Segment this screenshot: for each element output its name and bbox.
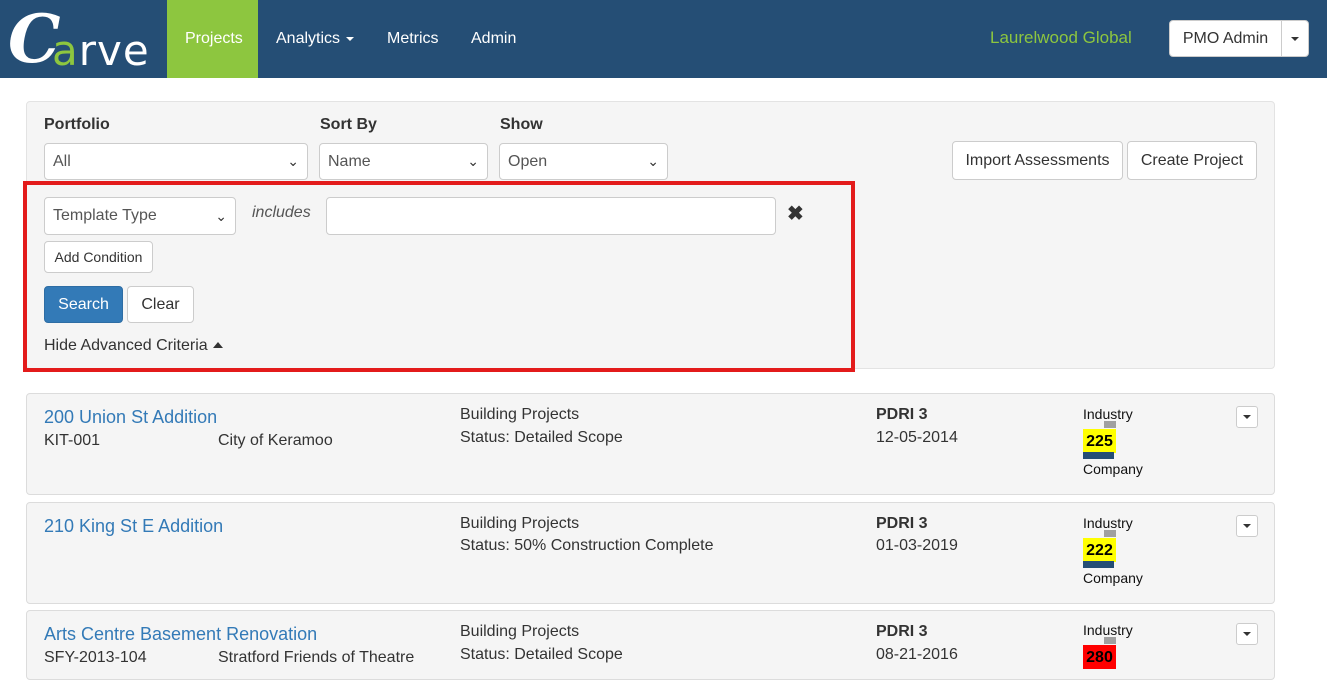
chevron-down-icon [1243, 632, 1251, 636]
industry-label: Industry [1083, 406, 1133, 422]
project-card: Arts Centre Basement Renovation SFY-2013… [26, 610, 1275, 680]
assessment-tool: PDRI 3 [876, 515, 928, 532]
sort-by-select[interactable]: Name ⌄ [319, 143, 488, 180]
assessment-tool: PDRI 3 [876, 406, 928, 423]
score-badge: 222 [1083, 538, 1116, 562]
show-label: Show [500, 116, 543, 133]
create-project-button[interactable]: Create Project [1127, 141, 1257, 180]
project-category: Building Projects [460, 406, 580, 423]
chevron-down-icon [346, 36, 355, 41]
chevron-down-icon [1243, 415, 1251, 419]
nav-metrics[interactable]: Metrics [369, 0, 457, 78]
nav-projects[interactable]: Projects [167, 0, 258, 78]
project-title-link[interactable]: Arts Centre Basement Renovation [44, 624, 317, 645]
nav-analytics[interactable]: Analytics [258, 0, 372, 78]
project-category: Building Projects [460, 623, 580, 640]
chevron-down-icon [1291, 36, 1299, 41]
industry-bar [1104, 530, 1116, 537]
chevron-down-icon: ⌄ [647, 153, 659, 169]
project-card: 200 Union St Addition KIT-001 City of Ke… [26, 393, 1275, 495]
project-client: Stratford Friends of Theatre [218, 649, 415, 666]
assessment-date: 12-05-2014 [876, 429, 958, 446]
industry-label: Industry [1083, 622, 1133, 638]
company-bar [1083, 452, 1114, 459]
sort-by-label: Sort By [320, 116, 377, 133]
top-navbar: C arve Projects Analytics Metrics Admin … [0, 0, 1327, 78]
assessment-date: 01-03-2019 [876, 537, 958, 554]
logo-letters-rest: rve [78, 26, 150, 75]
industry-bar [1104, 637, 1116, 644]
chevron-down-icon: ⌄ [287, 153, 299, 169]
show-value: Open [508, 153, 548, 170]
user-menu-toggle[interactable] [1281, 20, 1309, 57]
project-title-link[interactable]: 200 Union St Addition [44, 407, 217, 428]
project-code: SFY-2013-104 [44, 649, 147, 666]
project-status: Status: Detailed Scope [460, 429, 623, 446]
project-menu-button[interactable] [1236, 406, 1258, 428]
nav-admin[interactable]: Admin [453, 0, 534, 78]
project-title-link[interactable]: 210 King St E Addition [44, 516, 223, 537]
company-bar [1083, 561, 1114, 568]
show-select[interactable]: Open ⌄ [499, 143, 668, 180]
score-badge: 225 [1083, 429, 1116, 453]
project-card: 210 King St E Addition Building Projects… [26, 502, 1275, 604]
portfolio-value: All [53, 153, 71, 170]
project-category: Building Projects [460, 515, 580, 532]
portfolio-select[interactable]: All ⌄ [44, 143, 308, 180]
logo-letter-a: a [52, 26, 79, 75]
highlight-box [23, 181, 855, 372]
project-menu-button[interactable] [1236, 623, 1258, 645]
project-menu-button[interactable] [1236, 515, 1258, 537]
company-label: Company [1083, 570, 1143, 586]
project-code: KIT-001 [44, 432, 101, 449]
industry-label: Industry [1083, 515, 1133, 531]
import-assessments-button[interactable]: Import Assessments [952, 141, 1123, 180]
assessment-date: 08-21-2016 [876, 646, 958, 663]
chevron-down-icon [1243, 524, 1251, 528]
company-label: Company [1083, 461, 1143, 477]
project-status: Status: Detailed Scope [460, 646, 623, 663]
industry-bar [1104, 421, 1116, 428]
organization-name: Laurelwood Global [990, 28, 1132, 47]
assessment-tool: PDRI 3 [876, 623, 928, 640]
score-badge: 280 [1083, 645, 1116, 669]
user-menu-button[interactable]: PMO Admin [1169, 20, 1282, 57]
portfolio-label: Portfolio [44, 116, 110, 133]
nav-analytics-label: Analytics [276, 30, 341, 47]
chevron-down-icon: ⌄ [467, 153, 479, 169]
logo-wordmark: arve [52, 26, 150, 75]
sort-by-value: Name [328, 153, 371, 170]
project-client: City of Keramoo [218, 432, 333, 449]
project-status: Status: 50% Construction Complete [460, 537, 714, 554]
